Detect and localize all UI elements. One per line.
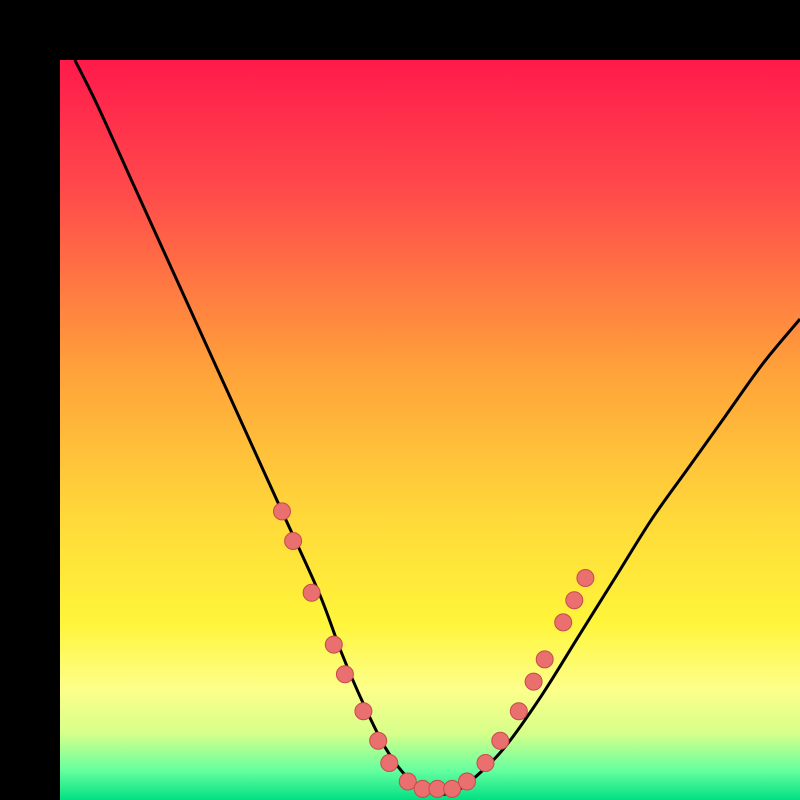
left-arm-dot <box>274 503 291 520</box>
left-arm-dot <box>325 636 342 653</box>
data-points <box>274 503 594 798</box>
left-arm-dot <box>370 732 387 749</box>
left-arm-dot <box>303 584 320 601</box>
right-arm-dot <box>492 732 509 749</box>
left-arm-dot <box>355 703 372 720</box>
plot-area <box>60 60 800 800</box>
chart-svg <box>60 60 800 800</box>
bottleneck-curve <box>75 60 800 794</box>
trough-dot <box>459 773 476 790</box>
right-arm-dot <box>566 592 583 609</box>
right-arm-dot <box>555 614 572 631</box>
left-arm-dot <box>336 666 353 683</box>
left-arm-dot <box>285 533 302 550</box>
right-arm-dot <box>510 703 527 720</box>
chart-frame <box>0 0 800 800</box>
right-arm-dot <box>577 570 594 587</box>
right-arm-dot <box>477 755 494 772</box>
left-arm-dot <box>381 755 398 772</box>
right-arm-dot <box>525 673 542 690</box>
right-arm-dot <box>536 651 553 668</box>
